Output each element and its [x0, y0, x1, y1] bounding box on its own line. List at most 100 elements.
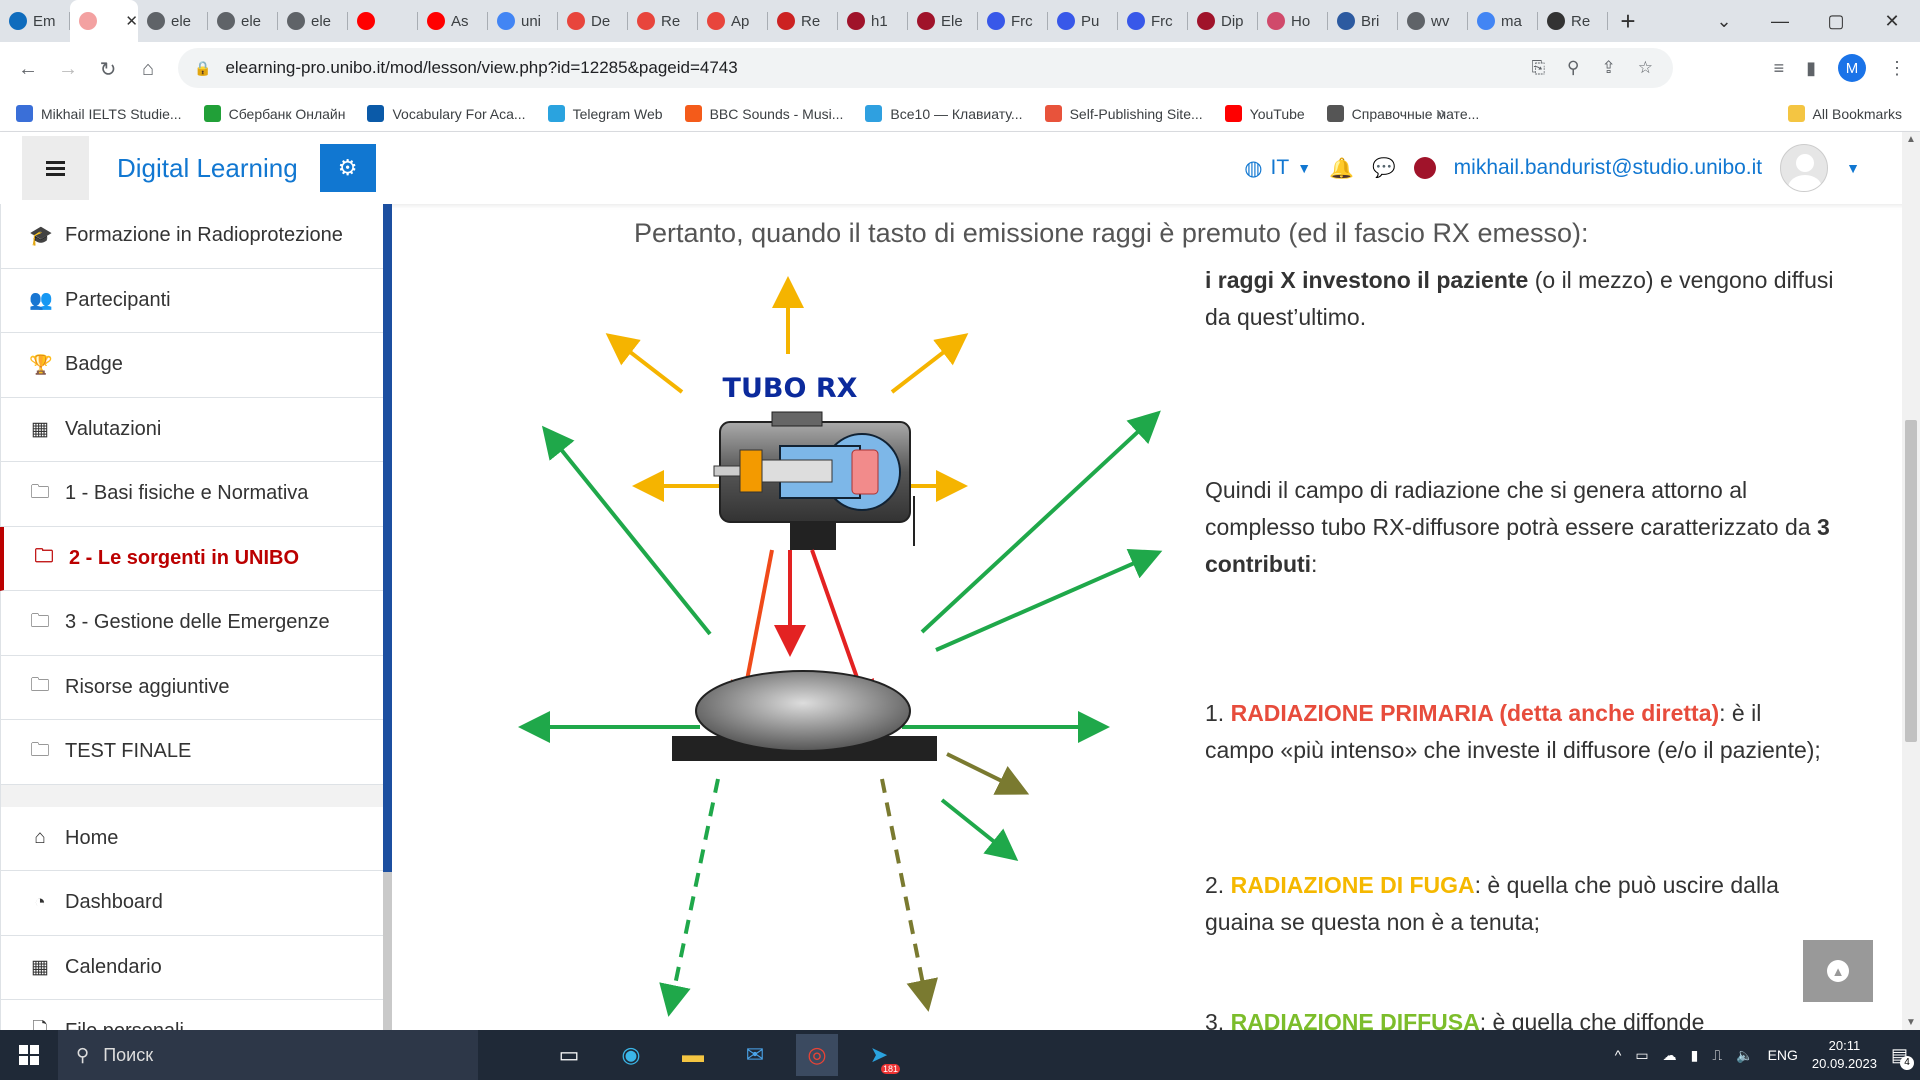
notifications-icon[interactable]: ▤ 4 [1891, 1045, 1914, 1070]
browser-tab[interactable]: wv [1398, 0, 1468, 42]
maximize-icon[interactable]: ▢ [1808, 0, 1864, 42]
bookmark-item[interactable]: Vocabulary For Aca... [367, 105, 526, 122]
scroll-down-arrow-icon[interactable]: ▼ [1906, 1017, 1916, 1028]
sidebar-item[interactable]: 🗀 1 - Basi fisiche e Normativa [0, 462, 383, 527]
language-label: IT [1270, 156, 1290, 179]
taskbar-search[interactable]: ⚲ Поиск [58, 1030, 478, 1080]
url-field[interactable]: 🔒 elearning-pro.unibo.it/mod/lesson/view… [178, 48, 1673, 88]
language-menu[interactable]: ◍ IT ▼ [1244, 156, 1311, 181]
browser-tab[interactable]: uni [488, 0, 558, 42]
browser-tab[interactable]: Em [0, 0, 70, 42]
profile-avatar[interactable]: M [1838, 54, 1866, 82]
sidebar-scrollbar[interactable] [383, 204, 392, 1030]
browser-tab[interactable]: Ap [698, 0, 768, 42]
sidebar-item[interactable]: 🗀 2 - Le sorgenti in UNIBO [0, 526, 383, 591]
users-icon: 👥 [29, 290, 53, 312]
browser-tab[interactable]: ele [138, 0, 208, 42]
user-menu-chevron-icon[interactable]: ▼ [1846, 160, 1860, 176]
bookmark-item[interactable]: Все10 — Клавиату... [865, 105, 1023, 122]
bookmark-star-icon[interactable]: ☆ [1638, 58, 1653, 78]
browser-tab[interactable]: ele [278, 0, 348, 42]
bookmark-item[interactable]: Telegram Web [547, 105, 663, 122]
input-language[interactable]: ENG [1768, 1047, 1798, 1063]
user-email-link[interactable]: mikhail.bandurist@studio.unibo.it [1454, 156, 1762, 180]
chrome-icon[interactable]: ◎ [796, 1034, 838, 1076]
mail-icon[interactable]: ✉ [734, 1034, 776, 1076]
browser-tab[interactable]: Dip [1188, 0, 1258, 42]
browser-tab[interactable]: De [558, 0, 628, 42]
new-tab-button[interactable]: + [1608, 6, 1648, 37]
site-brand-link[interactable]: Digital Learning [117, 153, 298, 184]
scrollbar-thumb[interactable] [1905, 420, 1917, 742]
drawer-toggle-button[interactable] [22, 136, 89, 200]
scroll-to-top-button[interactable]: ▲ [1803, 940, 1873, 1002]
usb-icon[interactable]: ⎍ [1712, 1047, 1722, 1064]
browser-tab[interactable]: Pu [1048, 0, 1118, 42]
bookmark-item[interactable]: YouTube [1224, 105, 1305, 122]
close-tab-icon[interactable]: ✕ [125, 12, 138, 30]
bookmark-item[interactable]: BBC Sounds - Musi... [684, 105, 843, 122]
sidebar-item[interactable]: 🗀 Risorse aggiuntive [0, 655, 383, 720]
all-bookmarks-button[interactable]: All Bookmarks [1787, 105, 1902, 122]
sidebar-item[interactable]: ◔ Dashboard [0, 871, 383, 936]
notifications-bell-icon[interactable]: 🔔 [1329, 156, 1354, 181]
menu-kebab-icon[interactable]: ⋮ [1888, 58, 1906, 79]
back-icon[interactable]: ← [8, 58, 48, 81]
browser-tab[interactable] [348, 0, 418, 42]
browser-tab[interactable]: h1 [838, 0, 908, 42]
home-icon[interactable]: ⌂ [128, 58, 168, 81]
telegram-icon[interactable]: ➤ 181 [858, 1034, 900, 1076]
volume-icon[interactable]: 🔈 [1736, 1047, 1753, 1064]
user-avatar[interactable] [1780, 144, 1829, 192]
messages-chat-icon[interactable]: 💬 [1372, 156, 1396, 180]
sidebar-item[interactable]: 🗀 3 - Gestione delle Emergenze [0, 591, 383, 656]
browser-tab[interactable]: Ele [908, 0, 978, 42]
battery-icon[interactable]: ▮ [1691, 1047, 1699, 1064]
start-button[interactable] [0, 1030, 58, 1080]
edge-icon[interactable]: ◉ [610, 1034, 652, 1076]
browser-tab[interactable]: Re [628, 0, 698, 42]
share-icon[interactable]: ⇪ [1602, 58, 1616, 78]
side-panel-icon[interactable]: ▮ [1806, 58, 1816, 79]
sidebar-item[interactable]: ▦ Calendario [0, 935, 383, 1000]
sidebar-item[interactable]: 🏆 Badge [0, 333, 383, 398]
sidebar-item[interactable]: 👥 Partecipanti [0, 268, 383, 333]
browser-tab[interactable]: Re [768, 0, 838, 42]
task-view-icon[interactable]: ▭ [548, 1034, 590, 1076]
reload-icon[interactable]: ↻ [88, 57, 128, 82]
network-icon[interactable]: ▭ [1635, 1047, 1648, 1064]
bookmark-item[interactable]: Mikhail IELTS Studie... [16, 105, 182, 122]
browser-tab[interactable]: ✕ [70, 0, 138, 42]
sidebar-item[interactable]: 🎓 Formazione in Radioprotezione [0, 204, 383, 269]
browser-tab[interactable]: ma [1468, 0, 1538, 42]
browser-tab[interactable]: Ho [1258, 0, 1328, 42]
settings-gear-button[interactable]: ⚙ [319, 144, 376, 192]
sidebar-item[interactable]: 🗀 TEST FINALE [0, 720, 383, 785]
forward-icon[interactable]: → [48, 58, 88, 81]
sidebar-item[interactable]: ⌂ Home [0, 806, 383, 871]
bookmark-item[interactable]: Self-Publishing Site... [1044, 105, 1203, 122]
reading-list-icon[interactable]: ≡ [1774, 58, 1785, 79]
tray-chevron-icon[interactable]: ^ [1615, 1047, 1622, 1063]
minimize-icon[interactable]: — [1752, 0, 1808, 42]
sidebar-item[interactable]: ▦ Valutazioni [0, 397, 383, 462]
browser-tab[interactable]: Bri [1328, 0, 1398, 42]
browser-tab[interactable]: Frc [978, 0, 1048, 42]
tab-search-icon[interactable]: ⌄ [1696, 0, 1752, 42]
browser-tab[interactable]: Frc [1118, 0, 1188, 42]
clock[interactable]: 20:11 20.09.2023 [1812, 1037, 1877, 1073]
bookmark-item[interactable]: Сбербанк Онлайн [203, 105, 345, 122]
translate-icon[interactable]: ⎘ [1531, 58, 1545, 78]
more-bookmarks-chevron[interactable]: » [1436, 103, 1446, 124]
browser-tab[interactable]: As [418, 0, 488, 42]
bookmark-item[interactable]: Справочные мате... [1326, 105, 1479, 122]
browser-tab[interactable]: ele [208, 0, 278, 42]
page-scrollbar[interactable]: ▲ ▼ [1902, 132, 1920, 1030]
browser-tab[interactable]: Re [1538, 0, 1608, 42]
zoom-icon[interactable]: ⚲ [1567, 58, 1579, 78]
file-explorer-icon[interactable]: ▬ [672, 1034, 714, 1076]
site-info-icon[interactable]: 🔒 [194, 60, 211, 77]
close-window-icon[interactable]: ✕ [1864, 0, 1920, 42]
onedrive-icon[interactable]: ☁ [1663, 1047, 1677, 1064]
scroll-up-arrow-icon[interactable]: ▲ [1906, 134, 1916, 145]
